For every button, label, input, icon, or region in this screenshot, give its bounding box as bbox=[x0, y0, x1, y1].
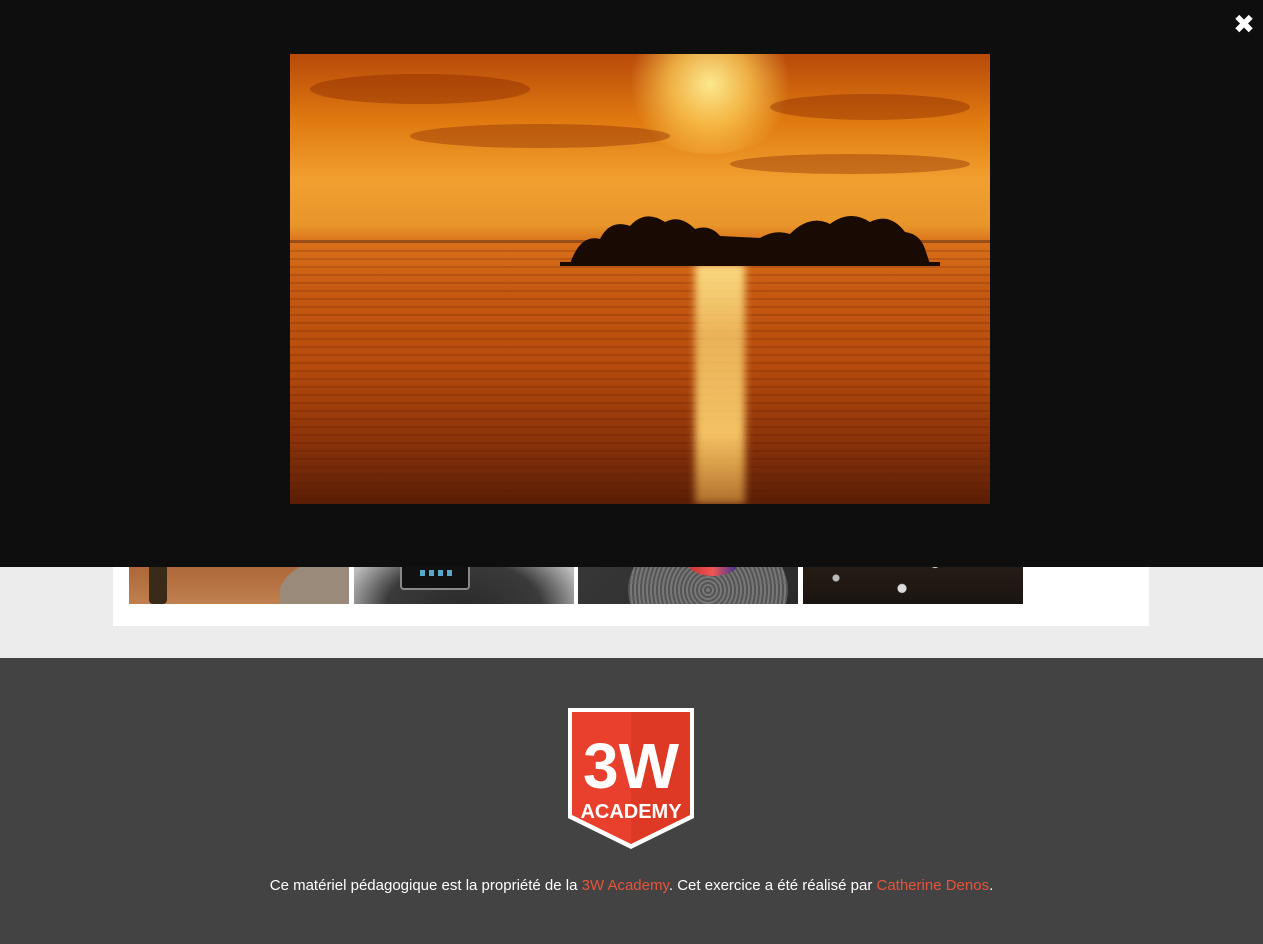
footer: 3W ACADEMY Ce matériel pédagogique est l… bbox=[0, 658, 1263, 944]
cloud bbox=[730, 154, 970, 174]
lightbox-image bbox=[290, 54, 990, 504]
island-silhouette bbox=[560, 215, 940, 266]
footer-text-middle: . Cet exercice a été réalisé par bbox=[668, 877, 877, 894]
cloud bbox=[770, 94, 970, 120]
footer-text-before: Ce matériel pédagogique est la propriété… bbox=[269, 877, 582, 894]
cloud bbox=[310, 74, 530, 104]
close-icon[interactable]: ✖ bbox=[1231, 12, 1257, 38]
link-3w-academy[interactable]: 3W Academy bbox=[582, 877, 669, 894]
sun-reflection bbox=[695, 264, 745, 504]
lightbox-overlay[interactable]: ✖ bbox=[0, 0, 1263, 567]
cloud bbox=[410, 124, 670, 148]
link-author[interactable]: Catherine Denos bbox=[877, 877, 990, 894]
logo-big-text: 3W bbox=[583, 730, 680, 802]
footer-credits: Ce matériel pédagogique est la propriété… bbox=[0, 877, 1263, 894]
footer-text-after: . bbox=[989, 877, 994, 894]
water-ripples bbox=[290, 244, 990, 504]
logo-small-text: ACADEMY bbox=[580, 801, 682, 823]
3w-academy-logo[interactable]: 3W ACADEMY bbox=[566, 706, 696, 851]
